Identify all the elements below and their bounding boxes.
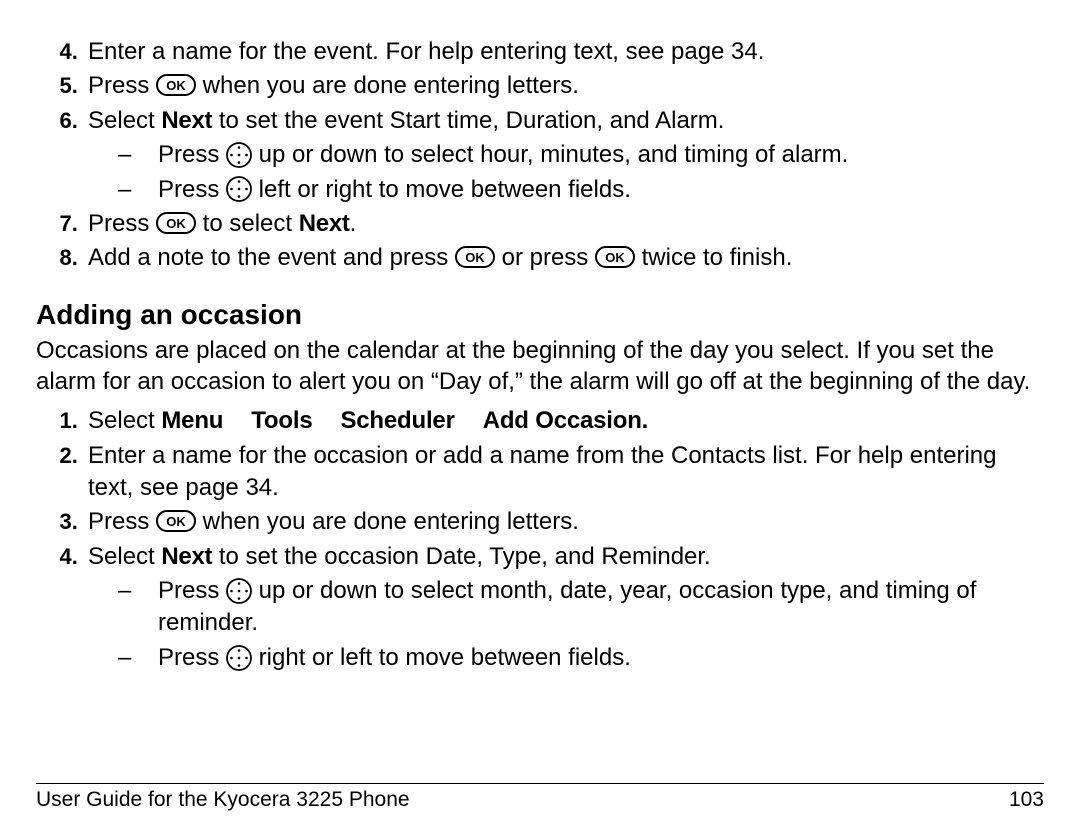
list-item: Select Next to set the event Start time,…	[84, 105, 1044, 206]
paragraph-occasion-intro: Occasions are placed on the calendar at …	[36, 335, 1044, 397]
list-item: Select MenuToolsSchedulerAdd Occasion.	[84, 405, 1044, 437]
menu-path-segment: Tools	[251, 407, 312, 434]
nav-key-icon	[226, 578, 252, 604]
ok-key-icon: OK	[595, 246, 635, 268]
list-item: Press OK to select Next.	[84, 208, 1044, 240]
svg-text:OK: OK	[605, 250, 625, 265]
menu-path: Menu Tools Scheduler Add Occasion.	[161, 407, 648, 434]
ok-key-icon: OK	[156, 212, 196, 234]
footer-page-number: 103	[1009, 788, 1044, 812]
sublist-item: Press up or down to select month, date, …	[118, 575, 1044, 640]
svg-text:OK: OK	[166, 216, 186, 231]
list-item: Select Next to set the occasion Date, Ty…	[84, 541, 1044, 675]
sublist-item: Press right or left to move between fiel…	[118, 642, 1044, 674]
ordered-list-events: Enter a name for the event. For help ent…	[36, 36, 1044, 275]
ok-key-icon: OK	[156, 74, 196, 96]
sublist-item: Press left or right to move between fiel…	[118, 174, 1044, 206]
menu-path-segment: Scheduler	[340, 407, 454, 434]
svg-text:OK: OK	[166, 514, 186, 529]
footer-title: User Guide for the Kyocera 3225 Phone	[36, 788, 410, 812]
ok-key-icon: OK	[455, 246, 495, 268]
list-item: Press OK when you are done entering lett…	[84, 506, 1044, 538]
nav-key-icon	[226, 645, 252, 671]
list-item: Add a note to the event and press OK or …	[84, 242, 1044, 274]
list-item: Press OK when you are done entering lett…	[84, 70, 1044, 102]
menu-path-segment: Add Occasion.	[483, 407, 648, 434]
list-item: Enter a name for the event. For help ent…	[84, 36, 1044, 68]
list-item: Enter a name for the occasion or add a n…	[84, 440, 1044, 505]
page-footer: User Guide for the Kyocera 3225 Phone 10…	[36, 783, 1044, 812]
menu-path-segment: Menu	[161, 407, 223, 434]
nav-key-icon	[226, 176, 252, 202]
sublist: Press up or down to select hour, minutes…	[88, 139, 1044, 206]
sublist: Press up or down to select month, date, …	[88, 575, 1044, 674]
heading-adding-occasion: Adding an occasion	[36, 299, 1044, 331]
ordered-list-occasion: Select MenuToolsSchedulerAdd Occasion.En…	[36, 405, 1044, 674]
page: Enter a name for the event. For help ent…	[0, 0, 1080, 834]
svg-text:OK: OK	[166, 78, 186, 93]
svg-text:OK: OK	[465, 250, 485, 265]
nav-key-icon	[226, 142, 252, 168]
ok-key-icon: OK	[156, 510, 196, 532]
sublist-item: Press up or down to select hour, minutes…	[118, 139, 1044, 171]
